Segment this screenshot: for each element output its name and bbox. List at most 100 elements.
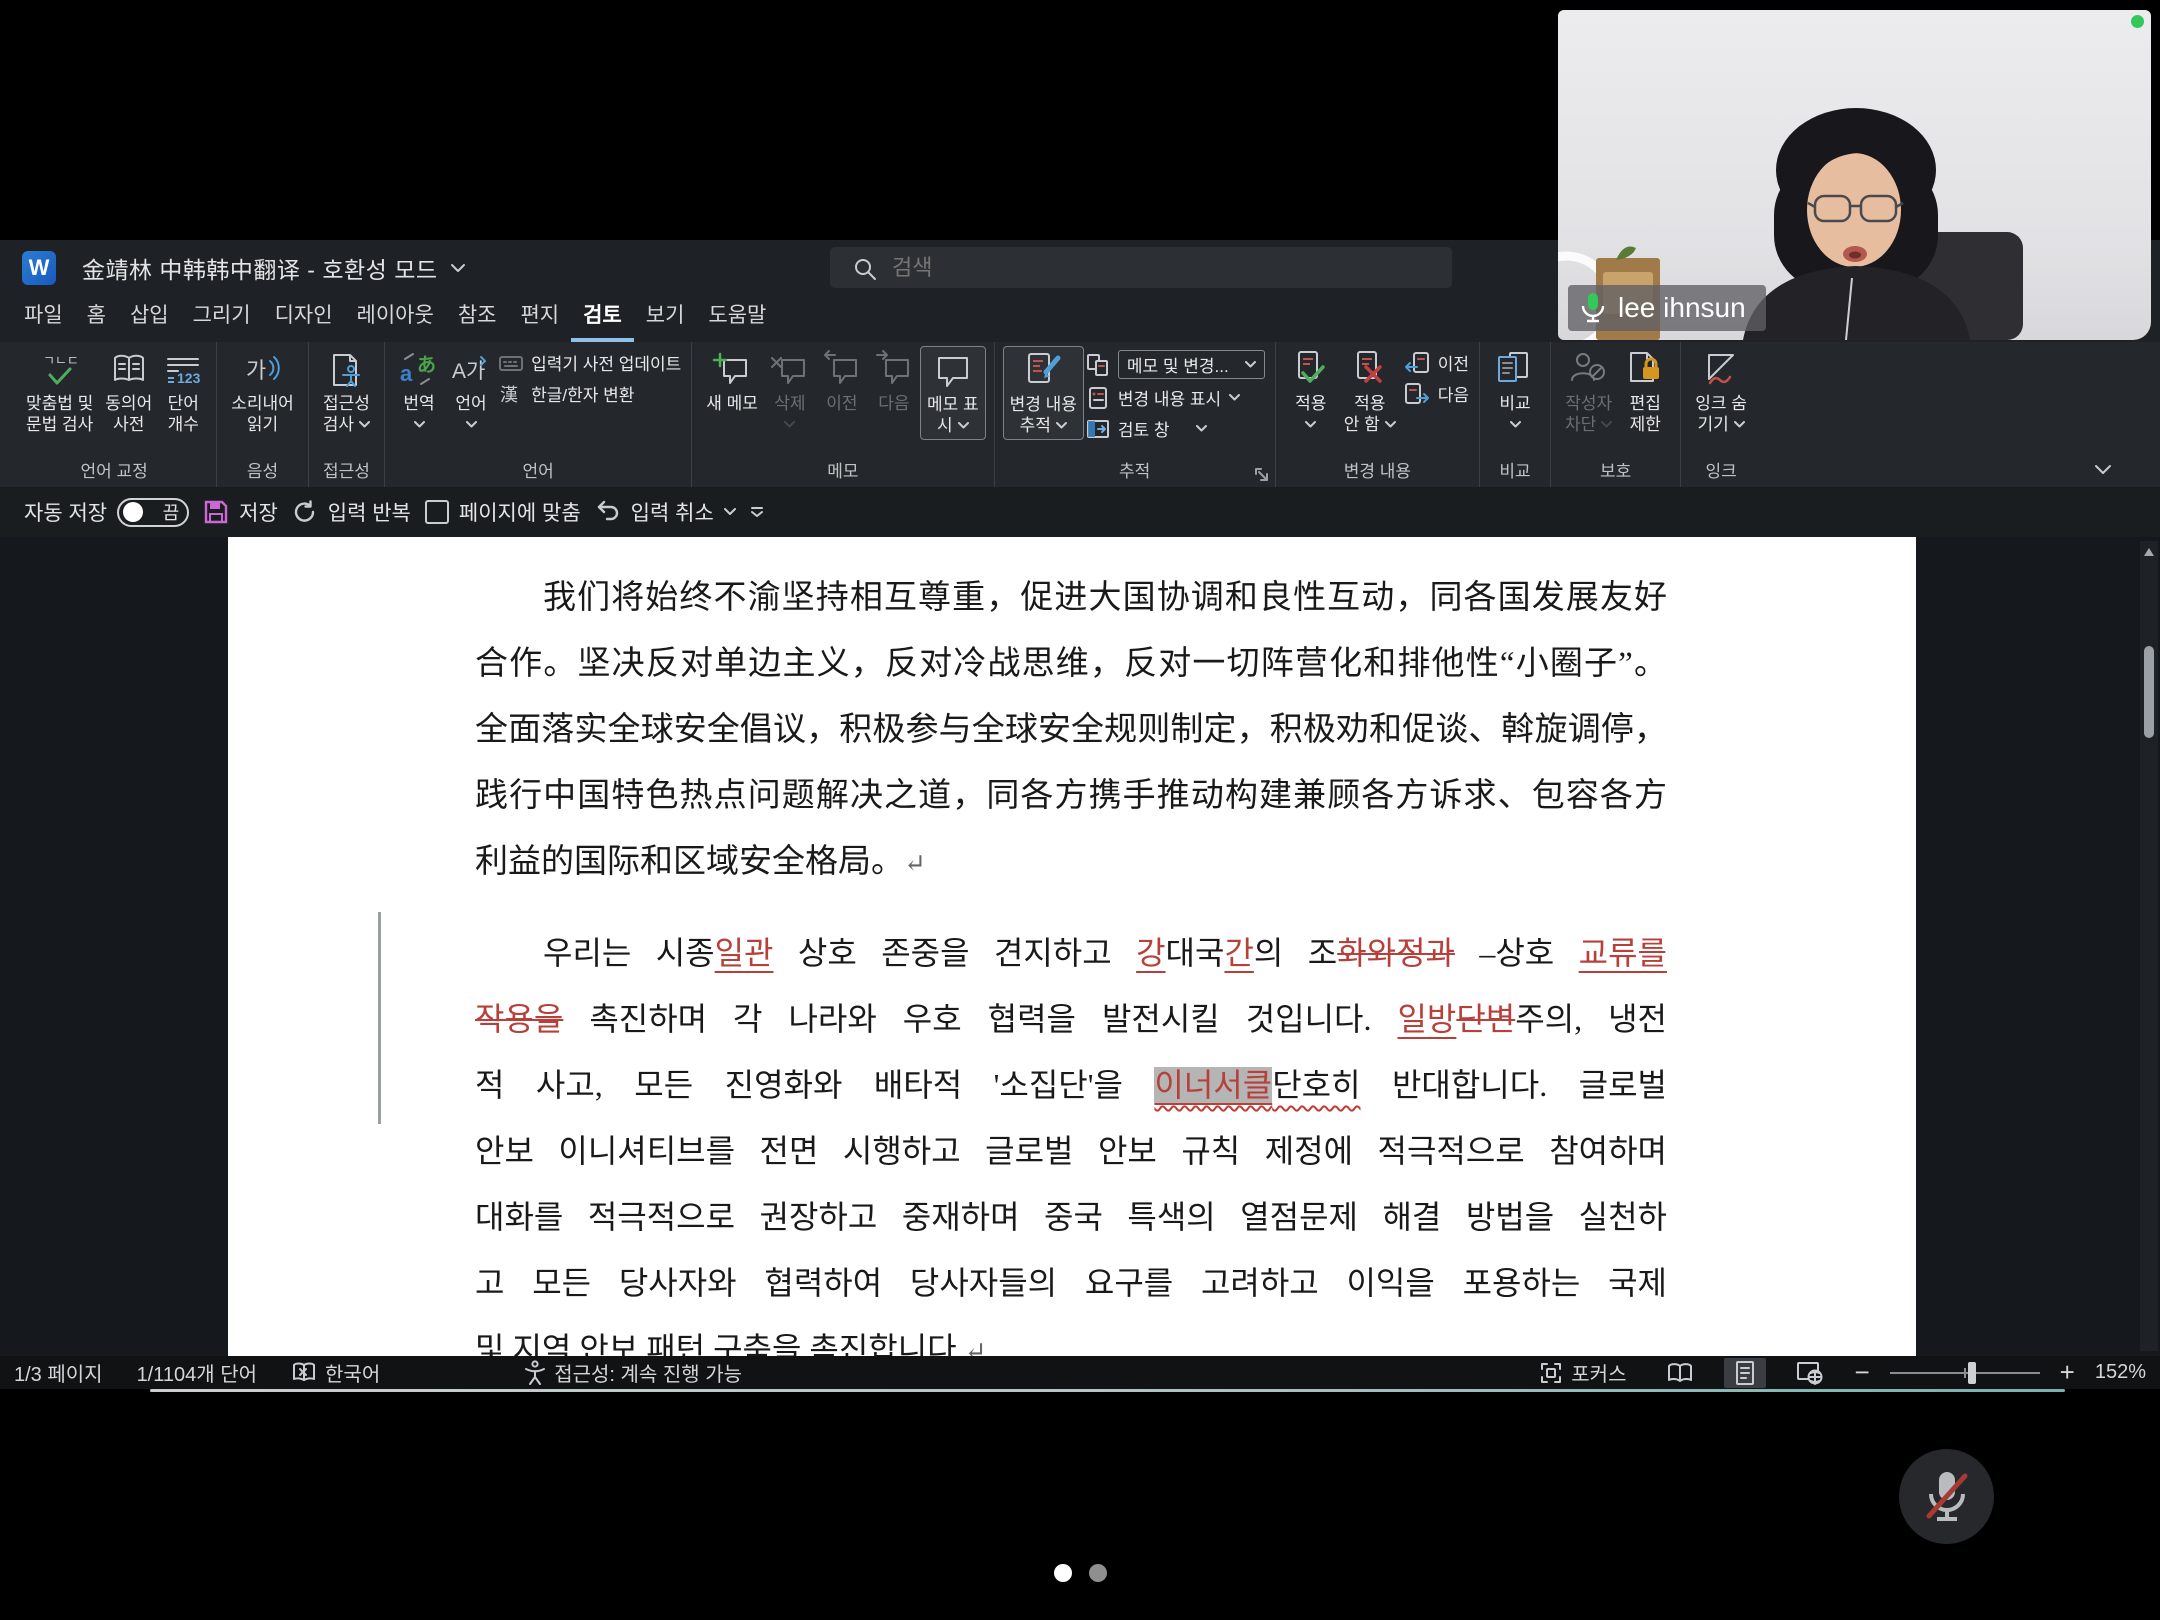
tracked-insertion: 간 — [1224, 935, 1253, 971]
group-label-compare: 비교 — [1488, 457, 1542, 487]
scrollbar-thumb[interactable] — [2144, 646, 2154, 738]
translate-button[interactable]: aあ 번역 — [393, 346, 445, 438]
markup-state-icon — [1086, 353, 1110, 377]
scroll-up-arrow-icon[interactable] — [2143, 547, 2155, 557]
previous-change-button[interactable]: 이전 — [1404, 350, 1469, 375]
qat-overflow-button[interactable] — [750, 506, 764, 518]
word-count-indicator[interactable]: 1/1104개 단어 — [137, 1358, 257, 1387]
zoom-slider-center-tick — [1964, 1368, 1966, 1378]
svg-text:A가: A가 — [452, 360, 485, 383]
show-comments-button[interactable]: 메모 표 시 — [920, 346, 986, 440]
tab-draw[interactable]: 그리기 — [181, 299, 263, 342]
thesaurus-button[interactable]: 동의어 사전 — [99, 346, 158, 438]
hangul-hanja-convert-button[interactable]: 漢 한글/한자 변환 — [499, 381, 681, 406]
chevron-down-icon — [1056, 422, 1067, 429]
tracked-deletion: 화와정과 — [1337, 935, 1455, 971]
tab-references[interactable]: 참조 — [446, 299, 509, 342]
chevron-down-icon — [1601, 421, 1612, 428]
webcam-video-tile[interactable]: lee ihnsun — [1558, 10, 2151, 340]
search-input[interactable] — [830, 247, 1452, 288]
accept-change-button[interactable]: 적용 — [1284, 346, 1338, 438]
read-aloud-button[interactable]: 가 소리내어 읽기 — [225, 346, 300, 438]
focus-mode-button[interactable]: 포커스 — [1539, 1358, 1626, 1387]
fit-page-checkbox[interactable]: 페이지에 맞춤 — [425, 497, 581, 527]
tab-view[interactable]: 보기 — [634, 299, 697, 342]
document-page[interactable]: 我们将始终不渝坚持相互尊重，促进大国协调和良性互动，同各国发展友好 合作。坚决反… — [228, 537, 1916, 1356]
pagination-dot[interactable] — [1089, 1564, 1107, 1582]
pagination-dot-active[interactable] — [1054, 1564, 1072, 1582]
tab-design[interactable]: 디자인 — [263, 299, 345, 342]
autosave-toggle[interactable]: 자동 저장 끔 — [24, 497, 189, 527]
microphone-muted-button[interactable] — [1899, 1449, 1994, 1544]
save-button[interactable]: 저장 — [203, 497, 278, 527]
new-comment-icon — [712, 350, 752, 390]
collapse-ribbon-chevron-icon[interactable] — [2094, 464, 2112, 475]
svg-text:ㄱㄴㄷ: ㄱㄴㄷ — [43, 353, 79, 368]
next-comment-button: 다음 — [868, 346, 920, 438]
title-chevron-down-icon[interactable] — [450, 263, 466, 273]
compare-button[interactable]: 비교 — [1488, 346, 1542, 438]
reject-change-button[interactable]: 적용 안 함 — [1338, 346, 1402, 438]
restrict-editing-button[interactable]: 편집 제한 — [1618, 346, 1672, 438]
show-markup-button[interactable]: 변경 내용 표시 — [1086, 385, 1265, 410]
checkbox-icon — [425, 500, 449, 524]
language-button[interactable]: A가 언어 — [445, 346, 497, 438]
accessibility-check-button[interactable]: 접근성 검사 — [317, 346, 376, 438]
focus-icon — [1539, 1361, 1563, 1385]
tab-home[interactable]: 홈 — [75, 299, 118, 342]
tracked-deletion: 작용을 — [475, 1001, 563, 1037]
tab-mailings[interactable]: 편지 — [508, 299, 571, 342]
markup-state-control[interactable]: 메모 및 변경... — [1086, 350, 1265, 379]
chevron-down-icon — [466, 421, 477, 428]
zoom-in-button[interactable]: + — [2060, 1357, 2075, 1388]
vertical-scrollbar[interactable] — [2140, 541, 2158, 1351]
hide-ink-button[interactable]: 잉크 숨 기기 — [1689, 346, 1753, 438]
web-layout-icon — [1796, 1360, 1824, 1386]
group-label-proofing: 언어 교정 — [20, 457, 208, 487]
print-layout-button[interactable] — [1724, 1358, 1766, 1388]
tracking-dialog-launcher-icon[interactable] — [1254, 467, 1270, 483]
save-icon — [203, 499, 229, 525]
zoom-level[interactable]: 152% — [2095, 1361, 2146, 1384]
zoom-out-button[interactable]: − — [1854, 1357, 1869, 1388]
next-change-icon — [1404, 382, 1430, 406]
tab-layout[interactable]: 레이아웃 — [345, 299, 446, 342]
tab-insert[interactable]: 삽입 — [118, 299, 181, 342]
next-change-button[interactable]: 다음 — [1404, 381, 1469, 406]
ribbon-group-speech: 가 소리내어 읽기 음성 — [217, 342, 309, 487]
word-logo-icon[interactable]: W — [22, 251, 56, 285]
document-line: 合作。坚决反对单边主义，反对冷战思维，反对一切阵营化和排他性“小圈子”。 — [475, 631, 1667, 697]
document-line: 안보 이니셔티브를 전면 시행하고 글로벌 안보 규칙 제정에 적극적으로 참여… — [475, 1118, 1667, 1184]
chinese-paragraph: 我们将始终不渝坚持相互尊重，促进大国协调和良性互动，同各国发展友好 合作。坚决反… — [475, 565, 1667, 895]
ribbon-group-ink: 잉크 숨 기기 잉크 — [1681, 342, 1761, 487]
repeat-icon — [292, 499, 318, 525]
read-mode-icon — [1666, 1361, 1694, 1385]
mic-on-icon — [1580, 292, 1606, 324]
read-mode-button[interactable] — [1656, 1359, 1704, 1387]
undo-typing-button[interactable]: 입력 취소 — [595, 497, 736, 527]
proofing-status-button[interactable]: 한국어 — [291, 1358, 380, 1387]
proofing-errors-icon — [291, 1361, 317, 1385]
tracked-insertion: 일방 — [1397, 1001, 1456, 1037]
autosave-toggle-pill[interactable]: 끔 — [117, 498, 189, 527]
word-count-button[interactable]: 123 단어 개수 — [158, 346, 208, 438]
tab-file[interactable]: 파일 — [12, 299, 75, 342]
accessibility-status-button[interactable]: 접근성: 계속 진행 가능 — [524, 1358, 742, 1387]
reviewing-pane-button[interactable]: 검토 창 — [1086, 416, 1265, 441]
track-changes-button[interactable]: 변경 내용 추적 — [1003, 346, 1084, 440]
page-indicator[interactable]: 1/3 페이지 — [14, 1358, 103, 1387]
zoom-slider[interactable] — [1890, 1362, 2040, 1384]
group-label-comments: 메모 — [700, 457, 985, 487]
markup-state-dropdown[interactable]: 메모 및 변경... — [1118, 350, 1265, 379]
spelling-grammar-button[interactable]: ㄱㄴㄷ 맞춤법 및 문법 검사 — [20, 346, 99, 438]
translate-icon: aあ — [399, 351, 439, 389]
new-comment-button[interactable]: 새 메모 — [700, 346, 764, 438]
korean-paragraph-tracked: 우리는 시종일관 상호 존중을 견지하고 강대국간의 조화와정과 –상호 교류를… — [475, 920, 1667, 1356]
tab-review[interactable]: 검토 — [571, 299, 634, 342]
tab-help[interactable]: 도움말 — [696, 299, 778, 342]
document-line: 우리는 시종일관 상호 존중을 견지하고 강대국간의 조화와정과 –상호 교류를 — [475, 920, 1667, 986]
zoom-slider-thumb[interactable] — [1968, 1362, 1976, 1384]
repeat-typing-button[interactable]: 입력 반복 — [292, 497, 411, 527]
web-layout-button[interactable] — [1786, 1358, 1834, 1388]
reviewing-pane-icon — [1086, 417, 1110, 441]
